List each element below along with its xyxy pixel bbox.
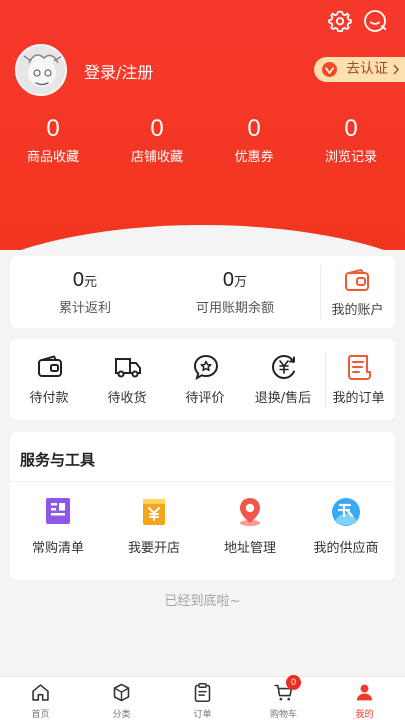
my-orders-label: 我的订单	[332, 391, 385, 406]
tab-category[interactable]: 分类	[81, 677, 162, 720]
cart-count-badge: 0	[286, 675, 301, 690]
credit-unit: 万	[234, 275, 248, 290]
verify-label: 去认证	[346, 61, 388, 77]
divider	[10, 481, 395, 482]
credit-value: 0	[222, 269, 235, 291]
document-icon	[348, 355, 371, 380]
tab-label: 购物车	[269, 710, 297, 720]
tool-label: 我要开店	[127, 541, 180, 556]
order-label: 退换/售后	[254, 391, 312, 406]
verify-badge-icon	[322, 62, 337, 77]
bottom-tab-bar: 首页 分类 订单 购物车 0 我的	[0, 675, 405, 720]
stat-label: 店铺收藏	[130, 150, 183, 165]
stat-value: 0	[344, 115, 358, 142]
stat-value: 0	[150, 115, 164, 142]
my-account-label: 我的账户	[331, 303, 384, 318]
stat-value: 0	[247, 115, 261, 142]
message-icon[interactable]	[363, 9, 387, 33]
stat-label: 浏览记录	[324, 150, 377, 165]
location-pin-icon	[240, 498, 260, 526]
clipboard-icon	[194, 683, 211, 703]
my-account-button[interactable]: 我的账户	[320, 256, 395, 328]
tool-label: 常购清单	[31, 541, 84, 556]
tab-home[interactable]: 首页	[0, 677, 81, 720]
credit-label: 可用账期余额	[195, 301, 274, 316]
order-pending-receipt[interactable]: 待收货	[88, 339, 166, 420]
stat-coupons[interactable]: 0 优惠券	[204, 115, 304, 170]
tool-my-suppliers[interactable]: 我的供应商	[298, 496, 394, 556]
stat-label: 优惠券	[234, 150, 274, 165]
tool-label: 我的供应商	[313, 541, 379, 556]
stat-browsing-history[interactable]: 0 浏览记录	[301, 115, 401, 170]
rebate-unit: 元	[84, 275, 98, 290]
tab-label: 订单	[193, 710, 212, 720]
order-label: 待收货	[107, 391, 147, 406]
order-label: 待评价	[185, 391, 225, 406]
tool-frequent-list[interactable]: 常购清单	[10, 496, 106, 556]
stats-row: 0 商品收藏 0 店铺收藏 0 优惠券 0 浏览记录	[0, 115, 405, 175]
tab-orders[interactable]: 订单	[162, 677, 243, 720]
list-icon	[46, 498, 70, 524]
order-pending-review[interactable]: 待评价	[166, 339, 244, 420]
profile-header: 登录/注册 去认证 0 商品收藏 0 店铺收藏 0 优惠券 0 浏览记录	[0, 0, 405, 250]
rebate-metric[interactable]: 0元 累计返利	[20, 269, 150, 316]
tab-cart[interactable]: 购物车	[243, 677, 324, 720]
header-curve	[0, 225, 405, 250]
order-returns-aftersale[interactable]: 退换/售后	[244, 339, 322, 420]
tab-mine[interactable]: 我的	[324, 677, 405, 720]
credit-metric[interactable]: 0万 可用账期余额	[170, 269, 300, 316]
tools-card: 服务与工具 常购清单 我要开店 地址管理 我的供应商	[10, 432, 395, 580]
stat-store-favorites[interactable]: 0 店铺收藏	[107, 115, 207, 170]
avatar-icon	[17, 46, 65, 94]
wallet-icon	[38, 355, 62, 377]
tool-address-management[interactable]: 地址管理	[202, 496, 298, 556]
stat-product-favorites[interactable]: 0 商品收藏	[3, 115, 103, 170]
tab-label: 分类	[112, 710, 131, 720]
stat-label: 商品收藏	[26, 150, 79, 165]
end-of-list-message: 已经到底啦~	[164, 594, 241, 609]
login-register-link[interactable]: 登录/注册	[84, 59, 153, 83]
home-icon	[32, 684, 49, 701]
truck-icon	[115, 358, 141, 378]
tools-title: 服务与工具	[20, 451, 96, 469]
store-icon	[143, 499, 165, 525]
rebate-value: 0	[72, 269, 85, 291]
order-pending-payment[interactable]: 待付款	[10, 339, 88, 420]
tab-label: 首页	[31, 710, 50, 720]
chevron-right-icon	[393, 64, 399, 75]
gear-icon[interactable]	[328, 9, 352, 33]
tool-label: 地址管理	[223, 541, 276, 556]
stat-value: 0	[46, 115, 60, 142]
yen-refresh-icon	[271, 354, 295, 380]
my-orders-button[interactable]: 我的订单	[322, 339, 395, 420]
supplier-icon	[332, 498, 360, 526]
order-label: 待付款	[29, 391, 69, 406]
avatar[interactable]	[15, 44, 67, 96]
tab-label: 我的	[355, 710, 374, 720]
user-icon	[356, 684, 373, 701]
wallet-icon	[345, 268, 369, 291]
finance-card: 0元 累计返利 0万 可用账期余额 我的账户	[10, 256, 395, 328]
orders-card: 待付款 待收货 待评价 退换/售后 我的订单	[10, 339, 395, 420]
tool-open-store[interactable]: 我要开店	[106, 496, 202, 556]
rebate-label: 累计返利	[58, 301, 111, 316]
star-chat-icon	[193, 354, 219, 381]
cube-icon	[113, 683, 130, 702]
verify-button[interactable]: 去认证	[314, 57, 405, 82]
